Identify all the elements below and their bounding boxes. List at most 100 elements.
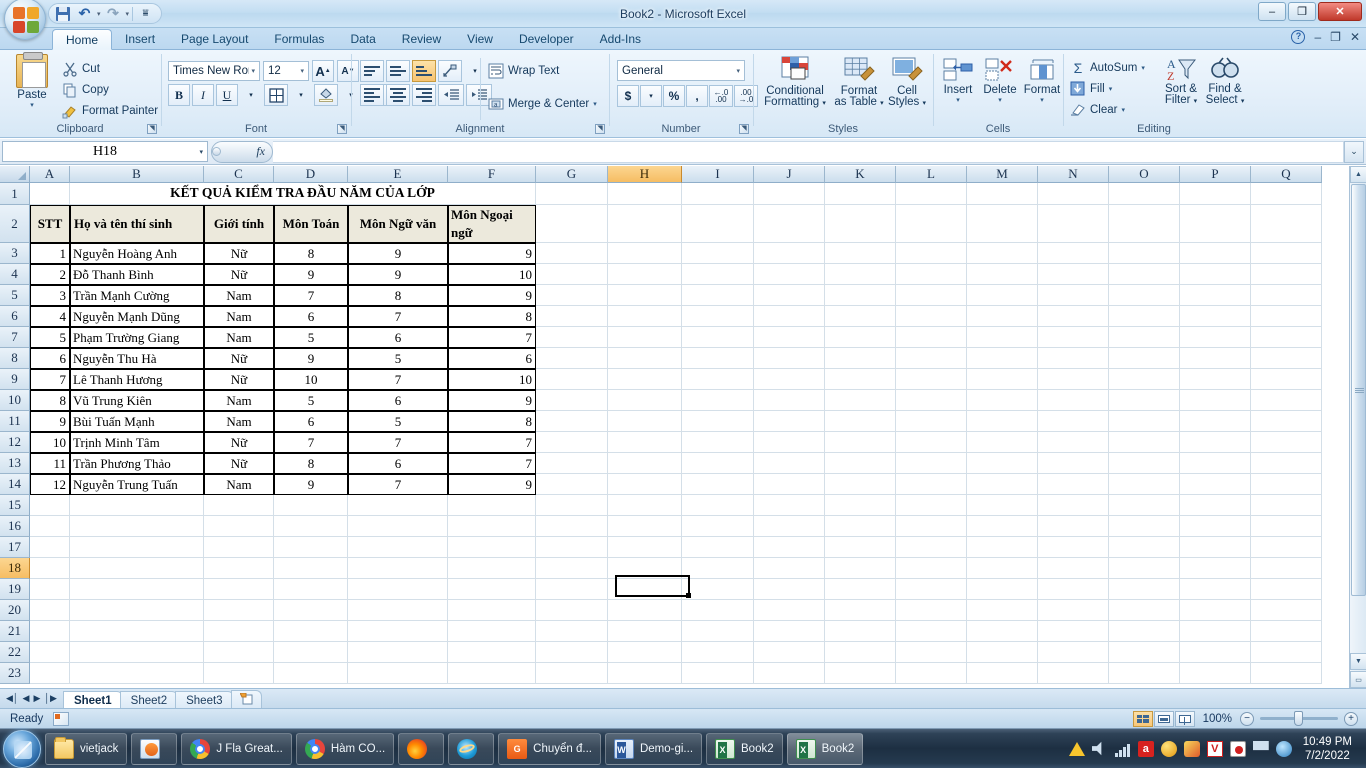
cell-name[interactable]: Nguyễn Hoàng Anh (70, 243, 204, 264)
column-header-H[interactable]: H (608, 166, 682, 183)
cell-literature[interactable]: 6 (348, 453, 448, 474)
row-header-6[interactable]: 6 (0, 306, 30, 327)
grid-cell-empty[interactable] (274, 537, 348, 558)
grid-cell-empty[interactable] (754, 306, 825, 327)
grid-cell-empty[interactable] (896, 495, 967, 516)
grid-cell-empty[interactable] (1109, 348, 1180, 369)
ribbon-tab-review[interactable]: Review (389, 28, 454, 50)
grid-cell-empty[interactable] (1038, 183, 1109, 205)
cell-styles-button[interactable]: Cell Styles ▾ (885, 56, 929, 109)
grid-cell-empty[interactable] (536, 243, 608, 264)
redo-dropdown-icon[interactable]: ▾ (126, 10, 130, 18)
grid-cell-empty[interactable] (682, 474, 754, 495)
grid-cell-empty[interactable] (1109, 474, 1180, 495)
grid-cell-empty[interactable] (1109, 600, 1180, 621)
grid-cell-empty[interactable] (1180, 600, 1251, 621)
cell-language[interactable]: 7 (448, 453, 536, 474)
grid-cell-empty[interactable] (1251, 663, 1322, 684)
grid-cell-empty[interactable] (1038, 243, 1109, 264)
grid-cell-empty[interactable] (825, 600, 896, 621)
cell-language[interactable]: 9 (448, 474, 536, 495)
cell-math[interactable]: 7 (274, 432, 348, 453)
row-header-17[interactable]: 17 (0, 537, 30, 558)
grid-cell-empty[interactable] (1038, 516, 1109, 537)
grid-cell-empty[interactable] (1038, 411, 1109, 432)
grid-cell-empty[interactable] (967, 327, 1038, 348)
grid-cell-empty[interactable] (754, 264, 825, 285)
insert-function-button[interactable]: fx (211, 140, 273, 163)
cell-stt[interactable]: 7 (30, 369, 70, 390)
cell-gender[interactable]: Nữ (204, 432, 274, 453)
grid-cell-empty[interactable] (682, 558, 754, 579)
grid-cell-empty[interactable] (967, 390, 1038, 411)
grid-cell-empty[interactable] (754, 390, 825, 411)
grid-cell-empty[interactable] (896, 306, 967, 327)
grid-cell-empty[interactable] (1038, 600, 1109, 621)
grid-cell-empty[interactable] (754, 369, 825, 390)
unikey-icon[interactable] (1183, 740, 1200, 757)
grid-cell-empty[interactable] (536, 411, 608, 432)
grid-cell-empty[interactable] (896, 600, 967, 621)
ribbon-tab-add-ins[interactable]: Add-Ins (587, 28, 654, 50)
grid-cell-empty[interactable] (1180, 474, 1251, 495)
grid-cell-empty[interactable] (967, 663, 1038, 684)
grid-cell-empty[interactable] (825, 495, 896, 516)
grid-cell-empty[interactable] (967, 183, 1038, 205)
align-top-button[interactable] (360, 60, 384, 82)
grid-cell-empty[interactable] (967, 243, 1038, 264)
grid-cell-empty[interactable] (1251, 432, 1322, 453)
cell-gender[interactable]: Nam (204, 327, 274, 348)
cell-math[interactable]: 10 (274, 369, 348, 390)
grid-cell-empty[interactable] (967, 495, 1038, 516)
cell-language[interactable]: 6 (448, 348, 536, 369)
vertical-scrollbar[interactable]: ▲ ▼ ▭ (1349, 166, 1366, 688)
grid-cell-empty[interactable] (896, 432, 967, 453)
grid-cell-empty[interactable] (754, 579, 825, 600)
grid-cell-empty[interactable] (896, 579, 967, 600)
cell-name[interactable]: Phạm Trường Giang (70, 327, 204, 348)
bold-button[interactable]: B (168, 84, 190, 106)
column-header-A[interactable]: A (30, 166, 70, 183)
grid-cell-empty[interactable] (682, 264, 754, 285)
sheet-tab-sheet2[interactable]: Sheet2 (119, 690, 179, 709)
grid-cell-empty[interactable] (967, 621, 1038, 642)
grid-cell-empty[interactable] (448, 537, 536, 558)
row-header-8[interactable]: 8 (0, 348, 30, 369)
row-header-14[interactable]: 14 (0, 474, 30, 495)
cell-name[interactable]: Trần Mạnh Cường (70, 285, 204, 306)
grid-cell-empty[interactable] (896, 369, 967, 390)
grid-cell-empty[interactable] (1109, 411, 1180, 432)
grid-cell-empty[interactable] (754, 285, 825, 306)
grid-cell-empty[interactable] (348, 663, 448, 684)
grid-cell-empty[interactable] (1038, 579, 1109, 600)
customize-qat-button[interactable]: ⩸ (136, 5, 155, 23)
cell-name[interactable]: Trần Phương Thảo (70, 453, 204, 474)
cell-name[interactable]: Trịnh Minh Tâm (70, 432, 204, 453)
conditional-formatting-button[interactable]: Conditional Formatting ▾ (758, 56, 832, 109)
cell-gender[interactable]: Nam (204, 306, 274, 327)
grid-cell-empty[interactable] (682, 432, 754, 453)
grid-cell-empty[interactable] (448, 600, 536, 621)
grid-cell-empty[interactable] (682, 516, 754, 537)
grid-cell-empty[interactable] (1180, 327, 1251, 348)
grid-cell-empty[interactable] (825, 183, 896, 205)
grid-cell-empty[interactable] (682, 243, 754, 264)
row-header-20[interactable]: 20 (0, 600, 30, 621)
grid-cell-empty[interactable] (754, 453, 825, 474)
increase-decimal-button[interactable]: ←.0.00 (709, 85, 733, 107)
grid-cell-empty[interactable] (1180, 663, 1251, 684)
grid-cell-empty[interactable] (1251, 348, 1322, 369)
close-button[interactable]: ✕ (1318, 2, 1362, 21)
grid-cell-empty[interactable] (1038, 663, 1109, 684)
grid-cell-empty[interactable] (448, 663, 536, 684)
grid-cell-empty[interactable] (30, 495, 70, 516)
grid-cell-empty[interactable] (896, 453, 967, 474)
grid-cell-empty[interactable] (967, 264, 1038, 285)
ribbon-tab-data[interactable]: Data (337, 28, 388, 50)
grid-cell-empty[interactable] (1038, 285, 1109, 306)
cell-language[interactable]: 7 (448, 327, 536, 348)
grid-cell-empty[interactable] (1038, 369, 1109, 390)
row-header-1[interactable]: 1 (0, 183, 30, 205)
taskbar-item-j-fla-great[interactable]: J Fla Great... (181, 732, 292, 765)
number-format-combo[interactable]: General ▾ (617, 60, 745, 81)
